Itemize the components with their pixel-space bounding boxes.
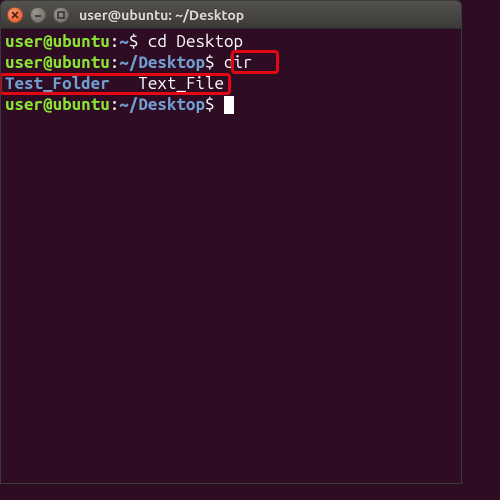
prompt-user: user — [5, 53, 43, 72]
prompt-colon: : — [110, 53, 120, 72]
terminal-output-line: Test_Folder Text_File — [5, 73, 457, 94]
prompt-dollar: $ — [205, 53, 224, 72]
output-directory: Test_Folder — [5, 74, 110, 93]
prompt-colon: : — [110, 32, 120, 51]
prompt-dollar: $ — [205, 95, 224, 114]
output-file: Text_File — [138, 74, 224, 93]
terminal-line: user@ubuntu:~/Desktop$ dir — [5, 52, 457, 73]
output-gap — [110, 74, 139, 93]
prompt-path: ~/Desktop — [119, 53, 205, 72]
prompt-at: @ — [43, 32, 53, 51]
minimize-icon[interactable] — [30, 7, 46, 23]
cursor-icon — [224, 96, 234, 114]
prompt-at: @ — [43, 95, 53, 114]
terminal-body[interactable]: user@ubuntu:~$ cd Desktop user@ubuntu:~/… — [1, 29, 461, 483]
prompt-user: user — [5, 95, 43, 114]
prompt-colon: : — [110, 95, 120, 114]
prompt-path: ~ — [119, 32, 129, 51]
window-controls — [7, 7, 69, 23]
prompt-path: ~/Desktop — [119, 95, 205, 114]
maximize-icon[interactable] — [53, 7, 69, 23]
close-icon[interactable] — [7, 7, 23, 23]
terminal-line: user@ubuntu:~/Desktop$ — [5, 94, 457, 115]
prompt-dollar: $ — [129, 32, 148, 51]
command-text: cd Desktop — [148, 32, 243, 51]
command-text: dir — [224, 53, 253, 72]
terminal-line: user@ubuntu:~$ cd Desktop — [5, 31, 457, 52]
prompt-host: ubuntu — [53, 32, 110, 51]
titlebar[interactable]: user@ubuntu: ~/Desktop — [1, 1, 461, 29]
window-title: user@ubuntu: ~/Desktop — [79, 7, 244, 23]
prompt-at: @ — [43, 53, 53, 72]
prompt-host: ubuntu — [53, 95, 110, 114]
terminal-window: user@ubuntu: ~/Desktop user@ubuntu:~$ cd… — [0, 0, 462, 484]
prompt-user: user — [5, 32, 43, 51]
prompt-host: ubuntu — [53, 53, 110, 72]
